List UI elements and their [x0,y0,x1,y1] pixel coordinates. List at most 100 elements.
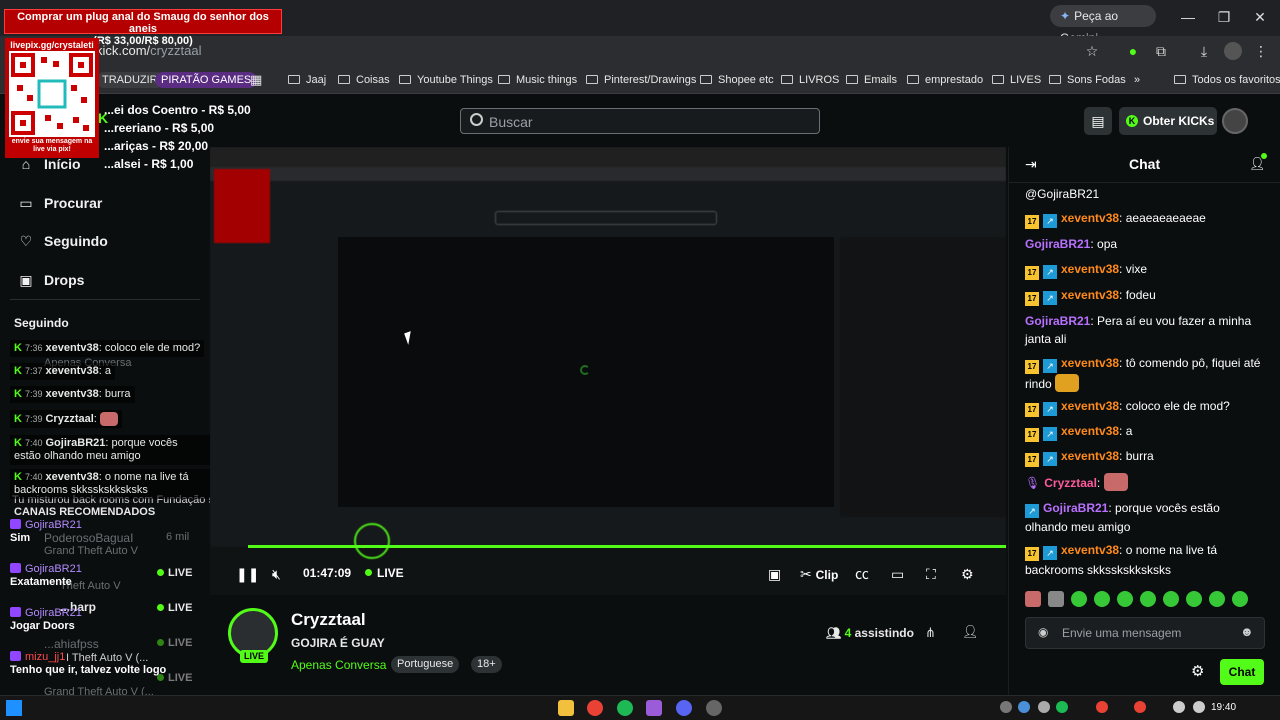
spotify-icon[interactable] [617,700,633,716]
emote-icon[interactable] [1186,591,1202,607]
emote-icon[interactable] [1094,591,1110,607]
emote-icon[interactable] [1048,591,1064,607]
chat-settings-gear-icon[interactable]: ⚙ [1191,662,1204,680]
taskbar-clock[interactable]: 19:40 [1211,702,1236,713]
emote-icon[interactable] [1071,591,1087,607]
nav-inicio[interactable]: ⌂ Início [18,156,81,172]
more-bookmarks-icon[interactable]: » [1134,72,1140,88]
gemini-button[interactable]: ✦Peça ao Gemini [1050,5,1156,45]
tray-app-icon[interactable] [1096,701,1108,713]
chat-username[interactable]: xeventv38 [1061,288,1119,302]
bookmark-folder[interactable]: Jaaj [288,72,326,88]
search-input[interactable]: Buscar [460,108,820,134]
folder-icon [1049,75,1061,84]
chat-username[interactable]: xeventv38 [1061,356,1119,370]
bookmark-folder[interactable]: Shopee etc [700,72,774,88]
profile-avatar-icon[interactable] [1224,42,1242,60]
tray-app-icon[interactable] [1134,701,1146,713]
chat-header: ⇥ Chat 👤︎ [1009,147,1280,183]
discord-icon[interactable] [676,700,692,716]
tag-age[interactable]: 18+ [471,656,502,673]
bookmark-folder[interactable]: Youtube Things [399,72,493,88]
mute-icon[interactable]: 🔇︎ [272,565,281,583]
miniplayer-icon[interactable]: ▭ [891,565,904,583]
app-icon[interactable] [646,700,662,716]
apps-grid-icon[interactable]: ▦ [250,72,262,88]
overlay-text: burra [104,388,131,400]
chat-send-button[interactable]: Chat [1220,659,1264,685]
bookmark-folder[interactable]: Emails [846,72,897,88]
tray-app-icon[interactable] [1038,701,1050,713]
wifi-icon[interactable] [1173,701,1185,713]
chat-username[interactable]: xeventv38 [1061,399,1119,413]
streamer-name[interactable]: Cryzztaal [291,610,366,630]
chat-message-input[interactable]: ◉ Envie uma mensagem ☻ [1025,617,1265,649]
tray-chevron-icon[interactable] [1000,701,1012,713]
bookmark-folder[interactable]: Pinterest/Drawings [586,72,696,88]
pause-icon[interactable]: ❚❚ [236,565,259,583]
bookmark-folder[interactable]: Sons Fodas [1049,72,1126,88]
bookmark-folder[interactable]: Music things [498,72,577,88]
maximize-icon[interactable]: ❐ [1212,6,1236,28]
chat-username[interactable]: xeventv38 [1061,449,1119,463]
bookmark-folder[interactable]: emprestado [907,72,983,88]
emote-icon[interactable] [1025,591,1041,607]
user-avatar[interactable] [1222,108,1248,134]
volume-icon[interactable] [1193,701,1205,713]
fullscreen-icon[interactable]: ⛶ [926,565,936,583]
emote-icon[interactable] [1117,591,1133,607]
tag-language[interactable]: Portuguese [391,656,460,673]
nav-drops[interactable]: ▣ Drops [18,272,84,289]
chat-username[interactable]: GojiraBR21 [1043,501,1108,515]
settings-gear-icon[interactable]: ⚙ [961,565,974,583]
share-icon[interactable]: ⋔ [925,625,936,641]
minimize-icon[interactable]: — [1176,6,1200,28]
chat-input-badge-icon[interactable]: ◉ [1038,625,1048,639]
sub-badge-icon: 17 [1025,215,1039,229]
nav-seguindo[interactable]: ♡ Seguindo [18,233,108,250]
emote-icon[interactable] [1209,591,1225,607]
file-explorer-icon[interactable] [558,700,574,716]
bookmark-traduzir[interactable]: TRADUZIR [96,72,164,88]
download-icon[interactable]: ⤓ [1195,42,1213,60]
chat-username[interactable]: xeventv38 [1061,543,1119,557]
obs-icon[interactable] [706,700,722,716]
all-bookmarks[interactable]: Todos os favoritos [1174,72,1280,88]
emote-icon[interactable] [1163,591,1179,607]
browser-menu-icon[interactable]: ⋮ [1252,42,1270,60]
get-kicks-button[interactable]: K Obter KICKs [1119,107,1217,135]
progress-bar[interactable] [248,545,1006,548]
windows-start-icon[interactable] [6,700,22,716]
emote-icon[interactable] [1140,591,1156,607]
bookmark-folder[interactable]: Coisas [338,72,390,88]
chat-username[interactable]: xeventv38 [1061,424,1119,438]
video-player[interactable]: ❚❚ 🔇︎ 01:47:09 LIVE ▣ ✂︎ Clip ㏄ ▭ ⛶ ⚙ [210,147,1006,595]
captions-icon[interactable]: ㏄ [855,565,869,583]
quick-emote-row[interactable] [1025,591,1275,611]
bookmark-folder[interactable]: LIVES [992,72,1041,88]
chat-username[interactable]: xeventv38 [1061,262,1119,276]
bookmark-star-icon[interactable]: ☆ [1083,42,1101,60]
chat-username[interactable]: xeventv38 [1061,211,1119,225]
steam-icon[interactable] [1018,701,1030,713]
chat-username[interactable]: Cryzztaal [1044,476,1097,490]
stream-category[interactable]: Apenas Conversa [291,658,386,672]
chat-username[interactable]: GojiraBR21 [1025,237,1090,251]
extensions-puzzle-icon[interactable]: ⧉ [1152,42,1170,60]
bookmark-folder[interactable]: LIVROS [781,72,839,88]
follow-user-icon[interactable]: 👤︎ [962,624,979,640]
nav-procurar[interactable]: ▭ Procurar [18,195,102,212]
chrome-icon[interactable] [587,700,603,716]
bookmark-piratao-games[interactable]: PIRATÃO GAMES [155,72,258,88]
emote-icon[interactable] [1232,591,1248,607]
emoji-picker-icon[interactable]: ☻ [1240,624,1254,639]
chat-username[interactable]: GojiraBR21 [1025,314,1090,328]
theater-mode-icon[interactable]: ▣ [768,565,781,583]
collapse-chat-icon[interactable]: ⇥ [1025,156,1037,173]
spotify-tray-icon[interactable] [1056,701,1068,713]
clip-button[interactable]: ✂︎ Clip [800,565,838,584]
close-icon[interactable]: ✕ [1248,6,1272,28]
dashboard-icon[interactable]: ▤ [1084,107,1112,135]
twitch-text: Jogar Doors [10,620,75,632]
extension-badge-icon[interactable]: ● [1124,42,1142,60]
